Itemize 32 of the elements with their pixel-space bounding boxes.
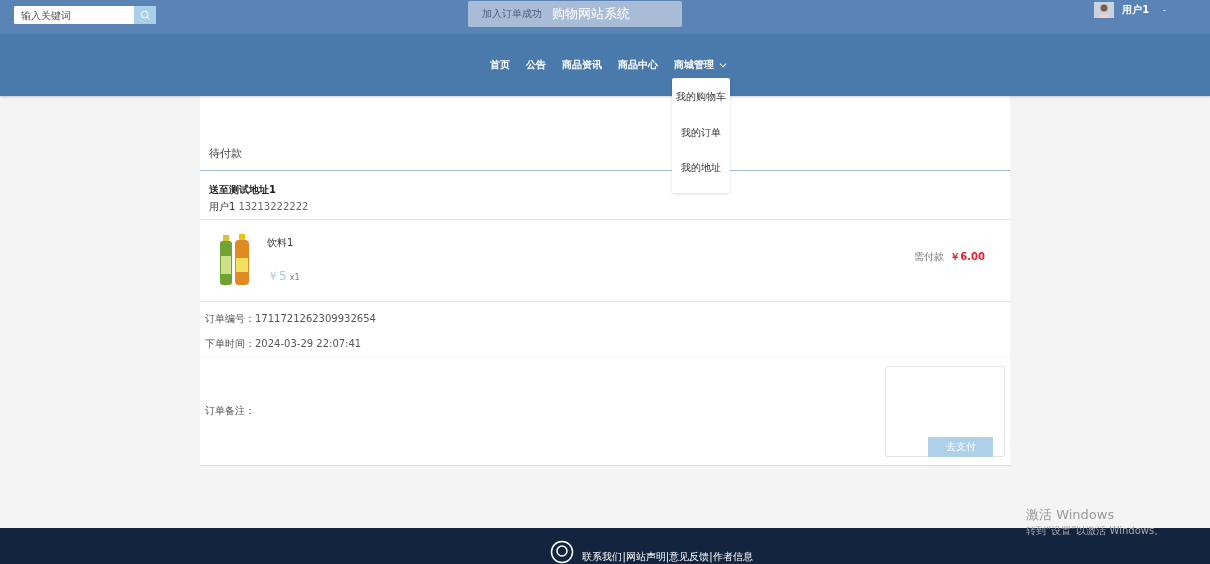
search-button[interactable] bbox=[134, 6, 156, 24]
caret-icon[interactable]: - bbox=[1163, 5, 1166, 15]
user-name[interactable]: 用户1 bbox=[1122, 3, 1150, 17]
activation-hint: 转到“设置”以激活 Windows。 bbox=[1026, 524, 1165, 538]
search-icon bbox=[140, 10, 150, 20]
search-bar[interactable]: 输入关键词 bbox=[14, 6, 156, 24]
order-status: 待付款 bbox=[209, 146, 242, 161]
nav-link[interactable]: 商品资讯 bbox=[562, 58, 602, 72]
nav-link[interactable]: 公告 bbox=[526, 58, 546, 72]
nav-link[interactable]: 商城管理 bbox=[674, 58, 727, 72]
menu-item[interactable]: 我的购物车 bbox=[672, 80, 730, 116]
nav-link[interactable]: 首页 bbox=[490, 58, 510, 72]
menu-item[interactable]: 我的地址 bbox=[672, 151, 730, 187]
nav-link[interactable]: 商品中心 bbox=[618, 58, 658, 72]
activation-title: 激活 Windows bbox=[1026, 506, 1116, 524]
recipient-name: 用户1 bbox=[209, 201, 236, 212]
order-time: 下单时间：2024-03-29 22:07:41 bbox=[205, 337, 363, 351]
address-title: 送至测试地址1 bbox=[209, 183, 277, 197]
due-label: 需付款 bbox=[914, 250, 945, 264]
order-number: 订单编号：1711721262309932654 bbox=[205, 312, 377, 326]
remark-field[interactable] bbox=[885, 365, 1005, 457]
footer-links: 联系我们|网站声明|意见反馈|作者信息 bbox=[582, 550, 753, 564]
remark-label: 订单备注： bbox=[205, 404, 255, 418]
product-name: 饮料1 bbox=[267, 236, 295, 250]
site-title: 购物网站系统 bbox=[552, 5, 631, 23]
avatar-icon bbox=[1094, 2, 1115, 18]
quantity: x1 bbox=[289, 273, 300, 282]
menu-item[interactable]: 我的订单 bbox=[672, 115, 730, 151]
due-amount: ￥6.00 bbox=[950, 250, 985, 264]
toast-message: 加入订单成功 bbox=[482, 7, 543, 21]
product-price: ￥5 bbox=[267, 268, 287, 285]
phone-number: 13213222222 bbox=[238, 201, 309, 212]
